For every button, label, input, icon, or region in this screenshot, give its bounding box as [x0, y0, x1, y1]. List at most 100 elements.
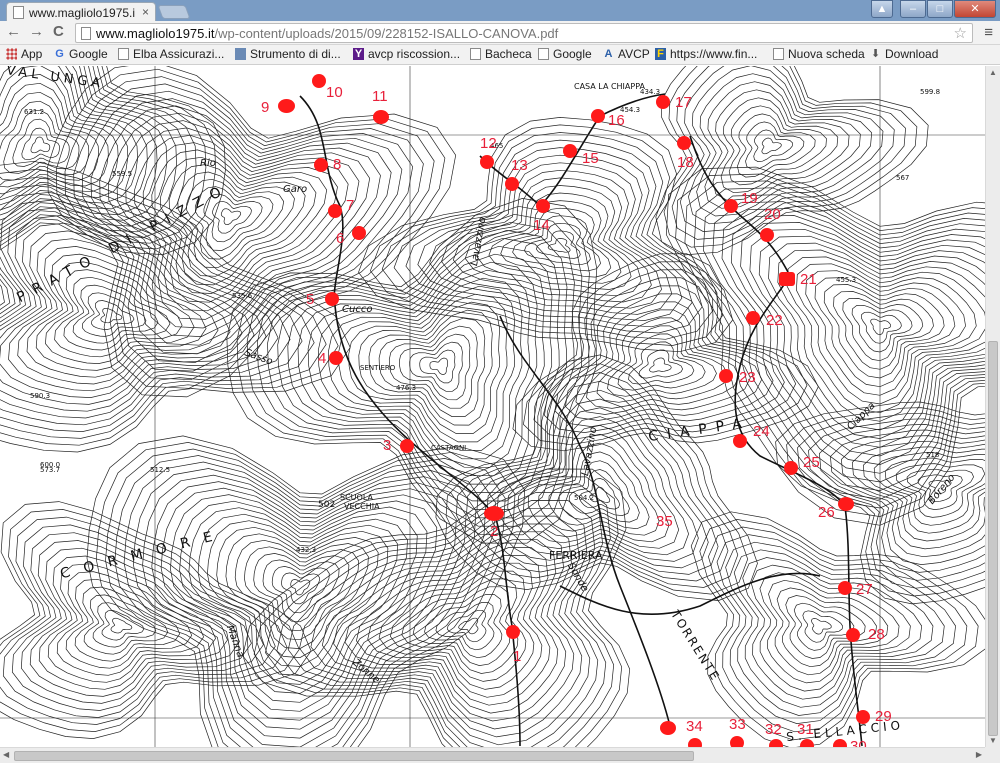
elevation-label: 599.8: [920, 88, 941, 96]
browser-toolbar: ← → C www.magliolo1975.it/wp-content/upl…: [0, 21, 1000, 45]
survey-marker-label: 22: [766, 312, 783, 329]
survey-marker-dot[interactable]: [314, 158, 328, 172]
survey-marker-label: 15: [582, 150, 599, 167]
bookmark-label: Google: [553, 47, 592, 61]
page-icon: [13, 6, 24, 19]
bookmark-item[interactable]: Yavcp riscossion...: [353, 47, 460, 61]
survey-marker-dot[interactable]: [724, 199, 738, 213]
bookmark-item[interactable]: Elba Assicurazi...: [118, 47, 224, 61]
survey-marker-dot[interactable]: [760, 228, 774, 242]
elevation-label: 590.3: [30, 392, 51, 400]
bookmark-item[interactable]: App: [6, 47, 42, 61]
survey-marker-dot[interactable]: [746, 311, 760, 325]
survey-marker-dot[interactable]: [505, 177, 519, 191]
survey-marker-label: 25: [803, 454, 820, 471]
survey-marker-label: 19: [741, 190, 758, 207]
survey-marker-dot[interactable]: [719, 369, 733, 383]
close-window-button[interactable]: ✕: [954, 0, 996, 18]
survey-marker-dot[interactable]: [730, 736, 744, 747]
survey-marker-label: 34: [686, 718, 703, 735]
survey-marker-dot[interactable]: [677, 136, 691, 150]
survey-marker-dot[interactable]: [856, 710, 870, 724]
scroll-up-arrow-icon[interactable]: ▲: [989, 68, 997, 77]
reload-icon[interactable]: C: [53, 23, 64, 40]
back-arrow-icon[interactable]: ←: [6, 23, 21, 40]
menu-icon[interactable]: ≡: [984, 24, 993, 41]
survey-marker-dot[interactable]: [352, 226, 366, 240]
new-tab-button[interactable]: [157, 5, 191, 19]
elevation-label: 600.0: [40, 461, 61, 469]
survey-marker-dot[interactable]: [833, 739, 847, 747]
bookmark-item[interactable]: ⬇ Download: [870, 47, 938, 61]
survey-marker-dot[interactable]: [506, 625, 520, 639]
survey-marker-dot[interactable]: [373, 110, 389, 124]
bookmark-item[interactable]: A AVCP: [603, 47, 650, 61]
tab-title: www.magliolo1975.i: [29, 6, 136, 20]
scroll-left-arrow-icon[interactable]: ◀: [3, 750, 9, 759]
survey-marker-dot[interactable]: [660, 721, 676, 735]
survey-marker-dot[interactable]: [733, 434, 747, 448]
survey-marker-label: 26: [818, 504, 835, 521]
page-icon: [81, 27, 91, 40]
scrollbar-corner: [985, 747, 1000, 763]
survey-marker-dot[interactable]: [328, 204, 342, 218]
bookmark-item[interactable]: Fhttps://www.fin...: [655, 47, 757, 61]
survey-marker-label: 10: [326, 84, 343, 101]
survey-marker-dot[interactable]: [846, 628, 860, 642]
survey-marker-label: 8: [333, 156, 342, 173]
survey-marker-dot[interactable]: [779, 272, 795, 286]
bookmark-item[interactable]: Google: [538, 47, 592, 61]
survey-marker-label: 17: [675, 94, 692, 111]
survey-marker-dot[interactable]: [769, 739, 783, 747]
survey-marker-label: 2: [490, 523, 499, 540]
bookmark-label: avcp riscossion...: [368, 47, 461, 61]
survey-marker-dot[interactable]: [278, 99, 295, 113]
page-icon: [538, 48, 549, 60]
elevation-label: 535.6: [232, 292, 253, 300]
address-bar[interactable]: www.magliolo1975.it/wp-content/uploads/2…: [75, 23, 973, 43]
download-icon: ⬇: [870, 48, 881, 60]
close-tab-icon[interactable]: ×: [142, 5, 149, 19]
survey-marker-dot[interactable]: [563, 144, 577, 158]
bookmark-item[interactable]: Strumento di di...: [235, 47, 341, 61]
bookmark-item[interactable]: Bacheca: [470, 47, 532, 61]
survey-marker-dot[interactable]: [329, 351, 343, 365]
vertical-scroll-thumb[interactable]: [988, 341, 998, 736]
minimize-button[interactable]: –: [900, 0, 926, 18]
survey-marker-dot[interactable]: [536, 199, 550, 213]
survey-marker-dot[interactable]: [838, 497, 854, 511]
scroll-right-arrow-icon[interactable]: ▶: [976, 750, 982, 759]
horizontal-scrollbar[interactable]: ◀ ▶: [0, 747, 985, 763]
survey-marker-label: 18: [677, 154, 694, 171]
survey-marker-label: 27: [856, 581, 873, 598]
bookmark-item[interactable]: G Google: [54, 47, 107, 61]
survey-marker-dot[interactable]: [480, 155, 494, 169]
survey-marker-dot[interactable]: [784, 461, 798, 475]
page-icon: [118, 48, 129, 60]
bookmark-star-icon[interactable]: ☆: [954, 24, 967, 42]
survey-marker-dot[interactable]: [800, 739, 814, 747]
pdf-viewer[interactable]: VAL UNGA CASA LA CHIAPPA PRATO DI PIZZO …: [0, 66, 985, 747]
survey-marker-dot[interactable]: [325, 292, 339, 306]
survey-marker-label: 12: [480, 135, 497, 152]
maximize-button[interactable]: □: [927, 0, 953, 18]
tab-active[interactable]: www.magliolo1975.i ×: [6, 2, 156, 21]
survey-marker-dot[interactable]: [484, 506, 504, 521]
survey-marker-dot[interactable]: [688, 738, 702, 747]
horizontal-scroll-thumb[interactable]: [14, 751, 694, 761]
survey-marker-dot[interactable]: [591, 109, 605, 123]
vertical-scrollbar[interactable]: ▲ ▼: [985, 66, 1000, 747]
bookmark-label: https://www.fin...: [670, 47, 758, 61]
bookmark-item[interactable]: Nuova scheda: [773, 47, 865, 61]
forward-arrow-icon[interactable]: →: [29, 23, 44, 40]
survey-marker-dot[interactable]: [656, 95, 670, 109]
survey-marker-dot[interactable]: [838, 581, 852, 595]
scroll-down-arrow-icon[interactable]: ▼: [989, 736, 997, 745]
survey-marker-dot[interactable]: [312, 74, 326, 88]
survey-marker-label: 28: [868, 626, 885, 643]
survey-marker-dot[interactable]: [400, 439, 414, 453]
survey-marker-label: 3: [383, 437, 392, 454]
user-icon[interactable]: ▲: [871, 0, 893, 18]
google-icon: G: [55, 48, 64, 60]
elevation-label: 504.2: [574, 494, 595, 502]
